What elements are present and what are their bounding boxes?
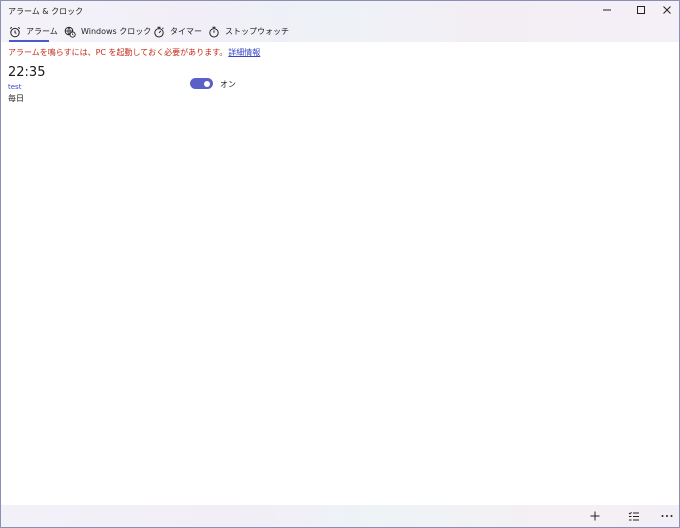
multi-select-icon bbox=[628, 507, 640, 526]
alarm-clock-icon bbox=[9, 26, 21, 38]
stopwatch-icon bbox=[208, 26, 220, 38]
close-button[interactable] bbox=[651, 1, 679, 21]
select-alarms-button[interactable] bbox=[623, 507, 645, 525]
window-title: アラーム & クロック bbox=[8, 7, 84, 16]
alarm-name: test bbox=[8, 83, 22, 91]
maximize-icon bbox=[636, 5, 646, 18]
tab-alarm-label: アラーム bbox=[26, 27, 58, 36]
tab-stopwatch[interactable]: ストップウォッチ bbox=[208, 21, 289, 42]
alarm-toggle[interactable] bbox=[190, 78, 213, 89]
plus-icon bbox=[589, 507, 601, 526]
alarm-toggle-label: オン bbox=[220, 80, 236, 89]
tab-timer[interactable]: タイマー bbox=[153, 21, 202, 42]
timer-icon bbox=[153, 26, 165, 38]
pc-awake-warning: アラームを鳴らすには、PC を起動しておく必要があります。詳細情報 bbox=[8, 47, 260, 58]
tab-windows-clock[interactable]: Windows クロック bbox=[64, 21, 151, 42]
alarm-time: 22:35 bbox=[8, 65, 46, 80]
tab-stopwatch-label: ストップウォッチ bbox=[225, 27, 289, 36]
alarm-repeat: 毎日 bbox=[8, 94, 24, 103]
world-clock-icon bbox=[64, 26, 76, 38]
toggle-knob bbox=[204, 80, 210, 87]
tab-windows-clock-label: Windows クロック bbox=[81, 27, 152, 36]
more-info-link[interactable]: 詳細情報 bbox=[228, 48, 260, 57]
add-alarm-button[interactable] bbox=[584, 507, 606, 525]
minimize-button[interactable] bbox=[591, 1, 623, 21]
tab-bar: アラーム Windows クロック タイマー ストップウォッチ bbox=[1, 21, 679, 42]
selected-tab-indicator bbox=[9, 40, 49, 42]
more-icon bbox=[660, 507, 674, 526]
app-window: アラーム & クロック アラーム Windows クロック タイマー ストップウ… bbox=[0, 0, 680, 528]
close-icon bbox=[662, 5, 672, 18]
warning-text: アラームを鳴らすには、PC を起動しておく必要があります。 bbox=[8, 48, 228, 57]
command-bar bbox=[1, 505, 679, 527]
more-options-button[interactable] bbox=[656, 507, 678, 525]
tab-alarm[interactable]: アラーム bbox=[9, 21, 58, 42]
minimize-icon bbox=[602, 5, 612, 18]
title-bar: アラーム & クロック アラーム Windows クロック タイマー ストップウ… bbox=[1, 1, 679, 42]
tab-timer-label: タイマー bbox=[170, 27, 202, 36]
